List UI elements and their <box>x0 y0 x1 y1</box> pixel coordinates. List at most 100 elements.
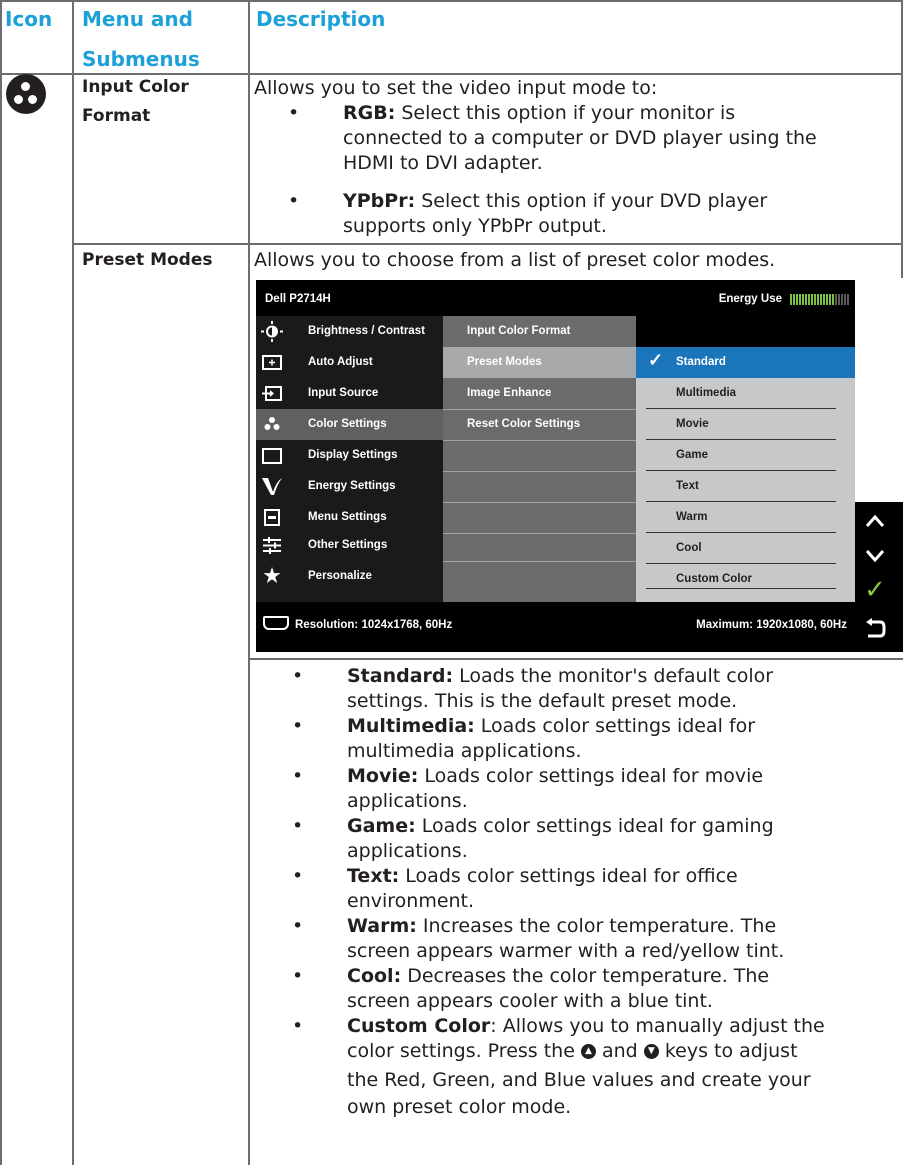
bullet-ypbpr: • YPbPr: Select this option if your DVD … <box>288 189 900 239</box>
energy-segment <box>841 293 843 305</box>
osd-menu-label: Other Settings <box>308 539 388 551</box>
energy-segment <box>808 293 810 305</box>
menu-input-color-line1: Input Color <box>82 77 189 97</box>
bullet-rgb: • RGB: Select this option if your monito… <box>288 101 900 176</box>
energy-segment <box>832 293 834 305</box>
auto-adjust-icon <box>261 352 283 373</box>
osd-menu-brightness-contrast[interactable]: Brightness / Contrast <box>256 316 443 347</box>
bullet-text-line2: applications. <box>347 840 468 862</box>
osd-menu-label: Input Source <box>308 387 379 399</box>
energy-segment <box>844 293 846 305</box>
osd-menu-menu-settings[interactable]: Menu Settings <box>256 502 443 533</box>
bullet-text-line2: multimedia applications. <box>347 740 582 762</box>
osd-option-game[interactable]: Game <box>636 440 855 471</box>
bullet-text-line2: connected to a computer or DVD player us… <box>343 127 817 149</box>
energy-segment <box>796 293 798 305</box>
bullet-custom-color: • Custom Color: Allows you to manually a… <box>292 1014 900 1122</box>
energy-segment <box>826 293 828 305</box>
bullet-text: Select this option if your monitor is <box>395 102 736 124</box>
bullet-term: YPbPr: <box>343 190 416 212</box>
menu-settings-icon <box>261 507 283 528</box>
osd-option-custom-color[interactable]: Custom Color <box>636 564 855 602</box>
bullet-text-line2: screen appears cooler with a blue tint. <box>347 990 713 1012</box>
osd-options: ✓ Standard Multimedia Movie Game Text Wa… <box>636 316 855 602</box>
osd-submenu: Input Color Format Preset Modes Image En… <box>443 316 636 602</box>
osd-option-label: Game <box>676 449 708 461</box>
osd-option-label: Cool <box>676 542 702 554</box>
bullet-text: Loads color settings ideal for office <box>399 865 738 887</box>
bullet-term: Custom Color <box>347 1015 491 1037</box>
osd-main-menu: Brightness / Contrast Auto Adjust Input … <box>256 316 443 602</box>
header-icon: Icon <box>5 7 53 31</box>
osd-option-warm[interactable]: Warm <box>636 502 855 533</box>
bullet-term: Text: <box>347 865 400 887</box>
vga-connector-icon <box>263 616 289 630</box>
display-settings-icon <box>261 445 283 466</box>
osd-sub-reset-color-settings[interactable]: Reset Color Settings <box>443 409 636 440</box>
down-arrow-icon[interactable] <box>855 537 895 574</box>
divider <box>646 439 836 440</box>
energy-segment <box>802 293 804 305</box>
osd-menu-display-settings[interactable]: Display Settings <box>256 440 443 471</box>
osd-menu-color-settings[interactable]: Color Settings <box>256 409 443 440</box>
osd-screenshot: Dell P2714H Energy Use Brightness / Cont… <box>256 280 855 652</box>
table-border-right <box>901 0 903 278</box>
bullet-text: Decreases the color temperature. The <box>401 965 770 987</box>
osd-menu-other-settings[interactable]: Other Settings <box>256 530 443 561</box>
divider <box>443 533 636 534</box>
divider <box>646 470 836 471</box>
menu-preset-modes: Preset Modes <box>82 250 213 270</box>
document-page: Icon Menu and Submenus Description Input… <box>0 0 903 1165</box>
osd-resolution: Resolution: 1024x1768, 60Hz <box>295 619 453 631</box>
osd-sub-label: Image Enhance <box>467 387 552 399</box>
table-divider-icon-col <box>72 0 74 1165</box>
osd-sub-preset-modes[interactable]: Preset Modes <box>443 347 636 378</box>
up-arrow-icon[interactable] <box>855 502 895 539</box>
osd-sub-label: Input Color Format <box>467 325 571 337</box>
bullet-text-line2: settings. This is the default preset mod… <box>347 690 738 712</box>
osd-sub-image-enhance[interactable]: Image Enhance <box>443 378 636 409</box>
osd-option-standard[interactable]: ✓ Standard <box>636 347 855 378</box>
osd-option-label: Movie <box>676 418 709 430</box>
divider <box>646 408 836 409</box>
energy-meter <box>790 293 850 305</box>
bullet-text: Loads color settings ideal for movie <box>418 765 764 787</box>
bullet-term: Standard: <box>347 665 454 687</box>
table-border-left <box>0 0 2 1165</box>
input-color-intro: Allows you to set the video input mode t… <box>254 77 658 99</box>
bullet-term: Cool: <box>347 965 402 987</box>
osd-menu-energy-settings[interactable]: Energy Settings <box>256 471 443 502</box>
bullet-game: • Game: Loads color settings ideal for g… <box>292 814 900 864</box>
bullet-warm: • Warm: Increases the color temperature.… <box>292 914 900 964</box>
osd-sub-input-color-format[interactable]: Input Color Format <box>443 316 636 347</box>
color-settings-icon <box>261 414 283 435</box>
energy-segment <box>829 293 831 305</box>
brightness-icon <box>261 321 283 342</box>
bullet-text-line2: applications. <box>347 790 468 812</box>
back-icon[interactable] <box>855 610 895 647</box>
header-description: Description <box>256 7 386 31</box>
osd-option-multimedia[interactable]: Multimedia <box>636 378 855 409</box>
bullet-text-line2: screen appears warmer with a red/yellow … <box>347 940 785 962</box>
bullet-text-line2b: and <box>602 1040 638 1062</box>
osd-maximum-resolution: Maximum: 1920x1080, 60Hz <box>696 619 847 631</box>
energy-label: Energy Use <box>718 293 782 305</box>
bullet-term: Warm: <box>347 915 417 937</box>
bullet-term: Multimedia: <box>347 715 475 737</box>
osd-menu-auto-adjust[interactable]: Auto Adjust <box>256 347 443 378</box>
osd-option-label: Warm <box>676 511 708 523</box>
energy-segment <box>814 293 816 305</box>
bullet-movie: • Movie: Loads color settings ideal for … <box>292 764 900 814</box>
bullet-text-line4: own preset color mode. <box>347 1096 572 1118</box>
osd-option-text[interactable]: Text <box>636 471 855 502</box>
bullet-text-line2a: color settings. Press the <box>347 1040 575 1062</box>
osd-menu-input-source[interactable]: Input Source <box>256 378 443 409</box>
osd-option-movie[interactable]: Movie <box>636 409 855 440</box>
bullet-cool: • Cool: Decreases the color temperature.… <box>292 964 900 1014</box>
check-icon[interactable]: ✓ <box>855 572 895 609</box>
energy-segment <box>835 293 837 305</box>
energy-segment <box>790 293 792 305</box>
preset-modes-intro: Allows you to choose from a list of pres… <box>254 249 776 271</box>
osd-option-cool[interactable]: Cool <box>636 533 855 564</box>
osd-menu-personalize[interactable]: ★ Personalize <box>256 561 443 592</box>
